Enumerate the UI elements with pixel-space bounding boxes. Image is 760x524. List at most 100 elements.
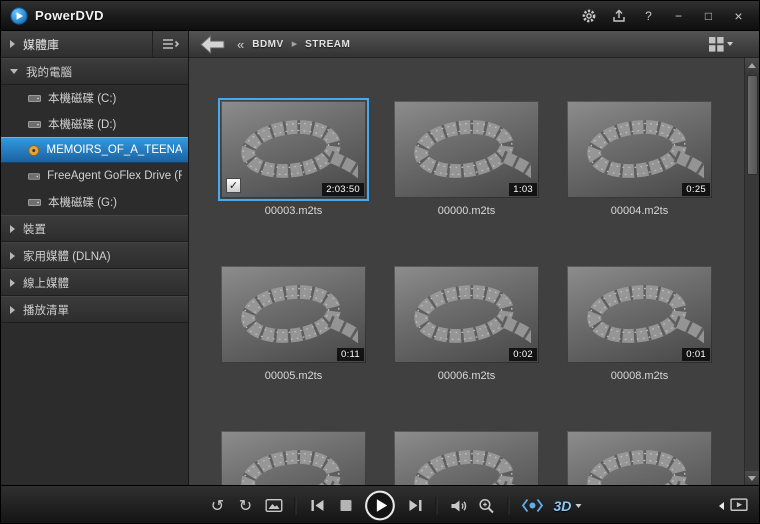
sidebar-item-drive-c[interactable]: 本機磁碟 (C:)	[1, 85, 188, 111]
rotate-left-button[interactable]: ↺	[208, 498, 226, 514]
media-item[interactable]	[394, 431, 539, 485]
sidebar-section-my-computer[interactable]: 我的電腦	[1, 58, 188, 85]
rotate-right-button[interactable]: ↻	[236, 498, 254, 514]
media-item[interactable]: 0:11 00005.m2ts	[221, 266, 366, 384]
play-button[interactable]	[364, 490, 395, 521]
media-item[interactable]	[567, 431, 712, 485]
powerdvd-logo-icon	[10, 7, 28, 25]
display-icon	[730, 498, 749, 513]
duration-badge: 0:01	[682, 348, 710, 361]
next-button[interactable]	[405, 499, 423, 512]
chevron-right-icon	[10, 252, 15, 260]
app-title: PowerDVD	[35, 8, 104, 23]
chevron-right-icon	[10, 306, 15, 314]
media-thumbnail[interactable]: 0:02	[394, 266, 539, 363]
breadcrumb-collapse-button[interactable]: «	[237, 37, 244, 52]
media-item[interactable]: 0:02 00006.m2ts	[394, 266, 539, 384]
media-item-name: 00008.m2ts	[567, 370, 712, 384]
scrollbar-thumb[interactable]	[747, 75, 758, 175]
stop-button[interactable]	[336, 500, 354, 511]
scroll-up-button[interactable]	[745, 58, 759, 72]
media-item[interactable]: 0:01 00008.m2ts	[567, 266, 712, 384]
sidebar-section-playlists[interactable]: 播放清單	[1, 296, 188, 323]
library-menu-button[interactable]	[152, 31, 179, 57]
divider	[294, 497, 296, 515]
devices-label: 裝置	[23, 221, 46, 237]
media-grid-area: ✓ 2:03:50 00003.m2ts 1:03 00000.m2ts	[189, 58, 759, 485]
media-thumbnail[interactable]	[221, 431, 366, 485]
sidebar-section-devices[interactable]: 裝置	[1, 215, 188, 242]
play-icon	[364, 490, 395, 521]
media-thumbnail[interactable]: 0:01	[567, 266, 712, 363]
play-to-device-button[interactable]	[730, 498, 749, 513]
media-item[interactable]	[221, 431, 366, 485]
zoom-button[interactable]	[477, 498, 495, 514]
drive-icon	[28, 197, 41, 208]
gear-icon	[581, 8, 597, 24]
help-button[interactable]: ?	[637, 6, 660, 26]
dropdown-arrow-icon	[727, 42, 733, 46]
minimize-button[interactable]: −	[667, 6, 690, 26]
drive-label: 本機磁碟 (D:)	[48, 116, 116, 132]
breadcrumb-item-bdmv[interactable]: BDMV	[252, 39, 283, 50]
media-library-label: 媒體庫	[23, 36, 59, 53]
sidebar-section-home-media-dlna[interactable]: 家用媒體 (DLNA)	[1, 242, 188, 269]
home-media-label: 家用媒體 (DLNA)	[23, 248, 111, 264]
vertical-scrollbar[interactable]	[744, 58, 759, 485]
maximize-button[interactable]: □	[697, 6, 720, 26]
playback-control-bar: ↺ ↻	[1, 485, 759, 524]
drive-icon	[28, 119, 41, 130]
sidebar-item-drive-f[interactable]: FreeAgent GoFlex Drive (F:)	[1, 163, 188, 189]
truetheater-button[interactable]	[521, 498, 543, 513]
media-thumbnail[interactable]	[567, 431, 712, 485]
upgrade-button[interactable]	[607, 6, 630, 26]
media-item[interactable]: 0:25 00004.m2ts	[567, 101, 712, 219]
media-thumbnail[interactable]: 0:11	[221, 266, 366, 363]
media-thumbnail[interactable]: 1:03	[394, 101, 539, 198]
chevron-right-icon	[10, 225, 15, 233]
back-button[interactable]	[199, 35, 226, 54]
film-reel-icon	[229, 436, 358, 485]
film-reel-icon	[575, 106, 704, 192]
3d-mode-button[interactable]: 3D	[553, 498, 581, 514]
duration-badge: 0:02	[509, 348, 537, 361]
main-area: « BDMV ▶ STREAM ✓	[189, 31, 759, 485]
drive-icon	[28, 93, 41, 104]
media-item-name: 00005.m2ts	[221, 370, 366, 384]
sidebar-header-media-library[interactable]: 媒體庫	[1, 31, 188, 58]
breadcrumb-item-stream[interactable]: STREAM	[305, 39, 350, 50]
media-thumbnail[interactable]: 0:25	[567, 101, 712, 198]
sidebar-section-online-media[interactable]: 線上媒體	[1, 269, 188, 296]
media-thumbnail[interactable]: ✓ 2:03:50	[221, 101, 366, 198]
divider	[435, 497, 437, 515]
disc-label: MEMOIRS_OF_A_TEENAGE	[47, 144, 182, 156]
arrow-down-icon	[748, 476, 756, 481]
media-item[interactable]: ✓ 2:03:50 00003.m2ts	[221, 101, 366, 219]
chevron-right-icon	[10, 40, 15, 48]
film-reel-icon	[402, 436, 531, 485]
media-grid: ✓ 2:03:50 00003.m2ts 1:03 00000.m2ts	[189, 58, 759, 485]
snapshot-icon	[265, 499, 282, 512]
volume-button[interactable]	[449, 499, 467, 513]
arrow-up-icon	[748, 63, 756, 68]
divider	[507, 497, 509, 515]
media-thumbnail[interactable]	[394, 431, 539, 485]
media-item[interactable]: 1:03 00000.m2ts	[394, 101, 539, 219]
sidebar-item-drive-g[interactable]: 本機磁碟 (G:)	[1, 189, 188, 215]
previous-icon	[310, 499, 325, 512]
scroll-down-button[interactable]	[745, 471, 759, 485]
snapshot-button[interactable]	[264, 499, 282, 512]
back-arrow-icon	[199, 35, 226, 54]
close-button[interactable]: ×	[727, 6, 750, 26]
duration-badge: 2:03:50	[322, 183, 364, 196]
media-item-name: 00000.m2ts	[394, 205, 539, 219]
film-reel-icon	[229, 271, 358, 357]
collapse-left-icon[interactable]	[719, 502, 724, 510]
checkbox-checked[interactable]: ✓	[226, 178, 241, 193]
settings-button[interactable]	[577, 6, 600, 26]
sidebar-item-drive-d[interactable]: 本機磁碟 (D:)	[1, 111, 188, 137]
sidebar-item-disc-memoirs[interactable]: MEMOIRS_OF_A_TEENAGE	[1, 137, 188, 163]
grid-view-button[interactable]	[709, 37, 733, 52]
previous-button[interactable]	[308, 499, 326, 512]
online-media-label: 線上媒體	[23, 275, 69, 291]
